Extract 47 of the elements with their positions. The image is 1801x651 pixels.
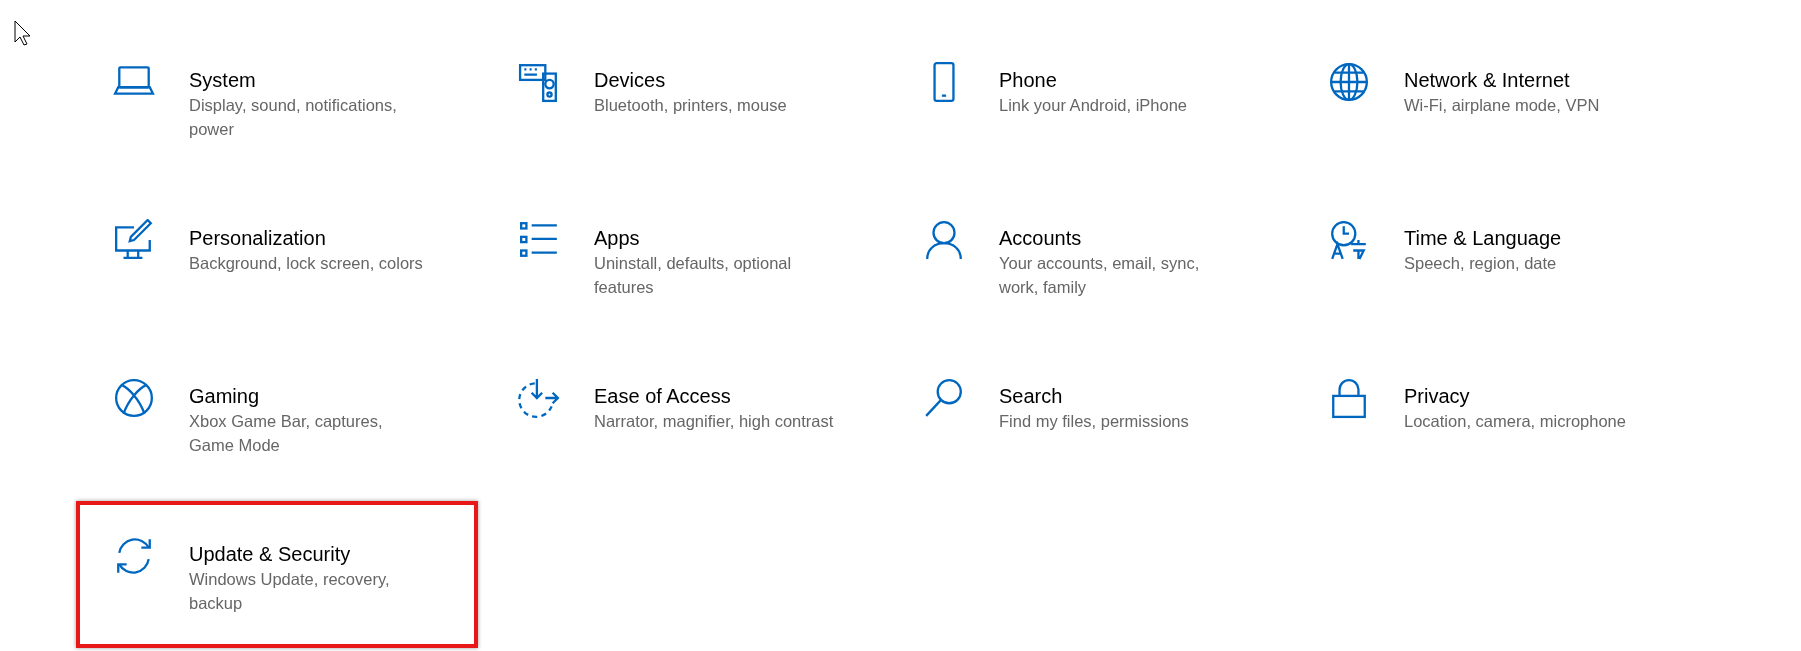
category-description: Xbox Game Bar, captures, Game Mode <box>189 411 384 456</box>
settings-category[interactable]: Personalization Background, lock screen, colors <box>76 185 478 332</box>
category-description: Uninstall, defaults, optional features <box>594 253 793 298</box>
category-title: Personalization <box>189 226 326 251</box>
category-title: Apps <box>594 226 640 251</box>
category-title: Network & Internet <box>1404 68 1570 93</box>
settings-category[interactable]: Apps Uninstall, defaults, optional features <box>481 185 883 332</box>
category-title: Accounts <box>999 226 1082 251</box>
settings-category[interactable]: Time & Language Speech, region, date <box>1291 185 1693 332</box>
category-description: Background, lock screen, colors <box>189 253 423 274</box>
settings-category[interactable]: Search Find my files, permissions <box>886 343 1288 490</box>
dashed-arrows-icon <box>518 377 560 419</box>
settings-category[interactable]: Privacy Location, camera, microphone <box>1291 343 1693 490</box>
category-description: Narrator, magnifier, high contrast <box>594 411 834 432</box>
settings-category[interactable]: System Display, sound, notifications, power <box>76 27 478 174</box>
keyboard-speaker-icon <box>518 61 560 103</box>
mouse-pointer-icon <box>14 20 32 46</box>
category-title: System <box>189 68 256 93</box>
settings-category[interactable]: Accounts Your accounts, email, sync, work, family <box>886 185 1288 332</box>
category-description: Bluetooth, printers, mouse <box>594 95 787 116</box>
xbox-icon <box>113 377 155 419</box>
person-icon <box>923 219 965 261</box>
category-title: Phone <box>999 68 1057 93</box>
category-description: Link your Android, iPhone <box>999 95 1188 116</box>
category-title: Gaming <box>189 384 260 409</box>
category-description: Speech, region, date <box>1404 253 1557 274</box>
settings-category[interactable]: Update & Security Windows Update, recovery, backup <box>76 501 478 648</box>
search-icon <box>923 377 965 419</box>
category-title: Ease of Access <box>594 384 731 409</box>
settings-category[interactable]: Gaming Xbox Game Bar, captures, Game Mode <box>76 343 478 490</box>
category-description: Display, sound, notifications, power <box>189 95 398 140</box>
settings-category[interactable]: Network & Internet Wi-Fi, airplane mode, VPN <box>1291 27 1693 174</box>
category-description: Find my files, permissions <box>999 411 1189 432</box>
settings-category[interactable]: Phone Link your Android, iPhone <box>886 27 1288 174</box>
category-title: Privacy <box>1404 384 1470 409</box>
category-title: Update & Security <box>189 542 351 567</box>
monitor-brush-icon <box>113 219 155 261</box>
category-description: Location, camera, microphone <box>1404 411 1626 432</box>
category-description: Your accounts, email, sync, work, family <box>999 253 1201 298</box>
category-description: Windows Update, recovery, backup <box>189 569 391 614</box>
category-title: Devices <box>594 68 666 93</box>
globe-icon <box>1328 61 1370 103</box>
settings-category[interactable]: Devices Bluetooth, printers, mouse <box>481 27 883 174</box>
category-title: Time & Language <box>1404 226 1562 251</box>
settings-category[interactable]: Ease of Access Narrator, magnifier, high contrast <box>481 343 883 490</box>
category-title: Search <box>999 384 1063 409</box>
category-description: Wi-Fi, airplane mode, VPN <box>1404 95 1600 116</box>
